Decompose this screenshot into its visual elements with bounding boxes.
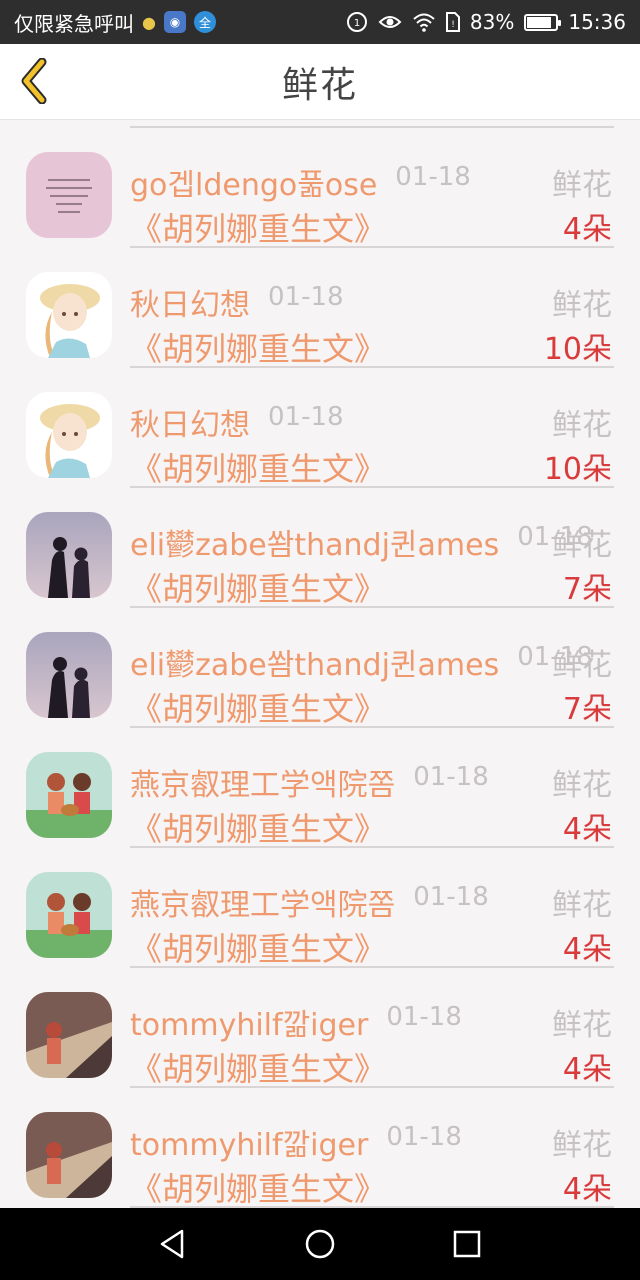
gift-row[interactable]: go겝ldengo풂ose 01-18 鲜花《胡列娜重生文》 4朵 — [0, 128, 640, 248]
avatar-image — [26, 512, 112, 598]
avatar[interactable] — [26, 1112, 112, 1198]
book-title: 《胡列娜重生文》 — [130, 210, 387, 248]
flower-count: 4朵 — [562, 1172, 612, 1207]
flower-count: 4朵 — [562, 812, 612, 847]
avatar[interactable] — [26, 632, 112, 718]
gift-row[interactable]: 燕京㕡理工学액院쫌 01-18 鲜花《胡列娜重生文》 4朵 — [0, 728, 640, 848]
nav-back-button[interactable] — [143, 1214, 203, 1274]
back-button[interactable] — [14, 56, 54, 106]
gift-row[interactable]: eli鬰zabe쐄thandj퀸ames 01-18 鲜花 《胡列娜重生文》 7朵 — [0, 488, 640, 608]
gift-type: 鲜花 — [552, 408, 612, 443]
flower-count: 7朵 — [562, 572, 612, 607]
flower-count: 4朵 — [562, 932, 612, 967]
book-title: 《胡列娜重生文》 — [130, 1170, 387, 1208]
gift-date: 01-18 — [386, 1122, 462, 1152]
nav-home-button[interactable] — [290, 1214, 350, 1274]
avatar-image — [26, 152, 112, 238]
avatar-image — [26, 752, 112, 838]
gift-row[interactable]: eli鬰zabe쐄thandj퀸ames 01-18 鲜花 《胡列娜重生文》 7朵 — [0, 608, 640, 728]
chevron-left-icon — [21, 58, 47, 104]
user-name: tommyhilf깖iger — [130, 1128, 369, 1163]
app-icon-2: 全 — [194, 11, 216, 33]
user-name: 秋日幻想 — [130, 408, 250, 443]
gift-row[interactable]: tommyhilf깖iger 01-18 鲜花《胡列娜重生文》 4朵 — [0, 968, 640, 1088]
back-triangle-icon — [161, 1229, 184, 1259]
user-name: 秋日幻想 — [130, 288, 250, 323]
gift-date: 01-18 — [395, 162, 471, 192]
gift-type: 鲜花 — [552, 168, 612, 203]
user-name: go겝ldengo풂ose — [130, 168, 378, 203]
book-title: 《胡列娜重生文》 — [130, 450, 387, 488]
svg-text:!: ! — [451, 20, 455, 30]
svg-text:1: 1 — [354, 18, 360, 29]
flower-count: 10朵 — [543, 452, 612, 487]
status-bar: 仅限紧急呼叫 ● ◉ 全 1 ! 83% 15:36 — [0, 0, 640, 44]
book-title: 《胡列娜重生文》 — [130, 930, 387, 968]
avatar-image — [26, 392, 112, 478]
book-title: 《胡列娜重生文》 — [130, 1050, 387, 1088]
gift-type: 鲜花 — [552, 288, 612, 323]
gift-type: 鲜花 — [552, 1008, 612, 1043]
sim-icon: ! — [445, 12, 460, 32]
user-name: 燕京㕡理工学액院쫌 — [130, 768, 396, 803]
user-name: eli鬰zabe쐄thandj퀸ames — [130, 648, 500, 683]
gift-type: 鲜花 — [552, 528, 612, 563]
wifi-icon — [413, 13, 435, 32]
app-icon: ◉ — [164, 11, 186, 33]
status-left: 仅限紧急呼叫 ● ◉ 全 — [14, 8, 346, 37]
gift-date: 01-18 — [268, 282, 344, 312]
battery-icon — [524, 13, 562, 31]
avatar-image — [26, 992, 112, 1078]
gift-list[interactable]: go겝ldengo풂ose 01-18 鲜花 《胡列娜重生文》 4朵 秋日幻想 01-18 鲜… — [0, 120, 640, 1208]
avatar[interactable] — [26, 392, 112, 478]
avatar[interactable] — [26, 272, 112, 358]
clock: 15:36 — [568, 10, 626, 34]
avatar[interactable] — [26, 152, 112, 238]
book-title: 《胡列娜重生文》 — [130, 810, 387, 848]
gift-type: 鲜花 — [552, 888, 612, 923]
gift-row[interactable]: 燕京㕡理工学액院쫌 01-18 鲜花《胡列娜重生文》 4朵 — [0, 848, 640, 968]
hd-icon: 1 — [346, 12, 367, 32]
book-title: 《胡列娜重生文》 — [130, 570, 387, 608]
recents-square-icon — [453, 1230, 480, 1258]
gift-row[interactable]: 秋日幻想 01-18 鲜花《胡列娜重生文》 10朵 — [0, 368, 640, 488]
avatar-image — [26, 1112, 112, 1198]
user-name: tommyhilf깖iger — [130, 1008, 369, 1043]
eye-icon — [378, 16, 402, 28]
book-title: 《胡列娜重生文》 — [130, 330, 387, 368]
avatar-image — [26, 632, 112, 718]
flower-count: 4朵 — [562, 212, 612, 247]
gift-type: 鲜花 — [552, 768, 612, 803]
avatar[interactable] — [26, 752, 112, 838]
avatar-image — [26, 272, 112, 358]
avatar[interactable] — [26, 512, 112, 598]
page-title: 鲜花 — [281, 64, 358, 106]
gift-type: 鲜花 — [552, 1128, 612, 1163]
gift-type: 鲜花 — [552, 648, 612, 683]
gift-row[interactable]: tommyhilf깖iger 01-18 鲜花《胡列娜重生文》 4朵 — [0, 1088, 640, 1208]
gift-date: 01-18 — [413, 882, 489, 912]
gift-date: 01-18 — [268, 402, 344, 432]
avatar-image — [26, 872, 112, 958]
status-right: 1 ! 83% 15:36 — [346, 10, 626, 34]
avatar[interactable] — [26, 992, 112, 1078]
nav-recents-button[interactable] — [437, 1214, 497, 1274]
gift-date: 01-18 — [413, 762, 489, 792]
system-nav-bar — [0, 1208, 640, 1280]
book-title: 《胡列娜重生文》 — [130, 690, 387, 728]
gift-row[interactable]: 秋日幻想 01-18 鲜花《胡列娜重生文》 10朵 — [0, 248, 640, 368]
flower-count: 10朵 — [543, 332, 612, 367]
home-circle-icon — [305, 1229, 335, 1259]
avatar[interactable] — [26, 872, 112, 958]
flower-count: 4朵 — [562, 1052, 612, 1087]
carrier-text: 仅限紧急呼叫 — [14, 11, 134, 36]
battery-percent: 83% — [469, 10, 515, 34]
battery-fill — [527, 16, 551, 28]
user-name: eli鬰zabe쐄thandj퀸ames — [130, 528, 500, 563]
flower-count: 7朵 — [562, 692, 612, 727]
gift-date: 01-18 — [386, 1002, 462, 1032]
header: 鲜花 — [0, 44, 640, 120]
bulb-icon: ● — [142, 12, 156, 32]
user-name: 燕京㕡理工学액院쫌 — [130, 888, 396, 923]
